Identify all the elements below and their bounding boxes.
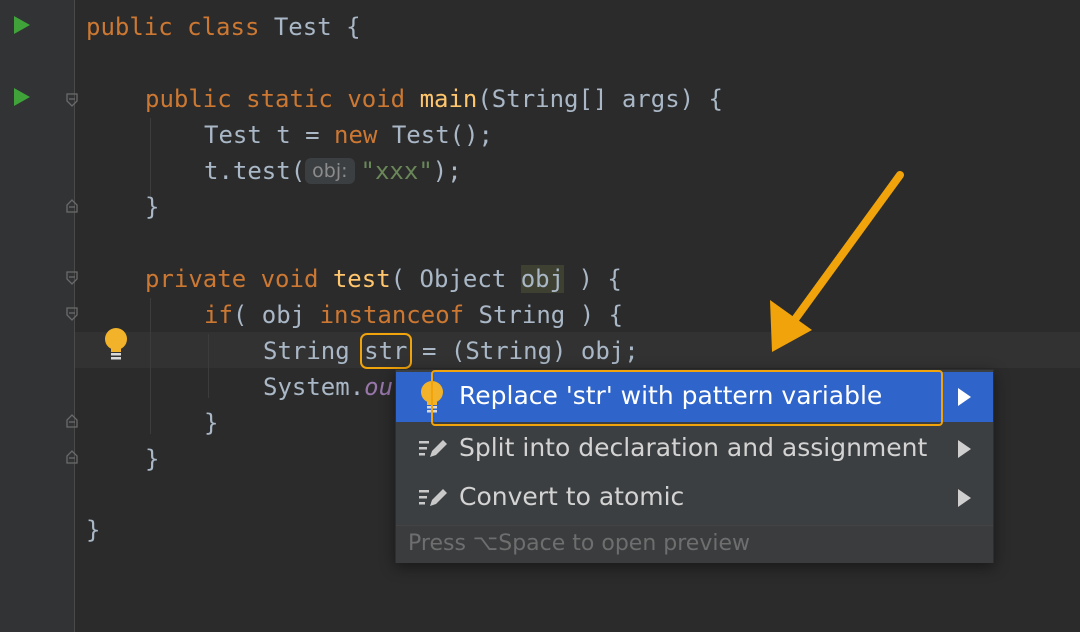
- annotation-arrow: [770, 171, 904, 352]
